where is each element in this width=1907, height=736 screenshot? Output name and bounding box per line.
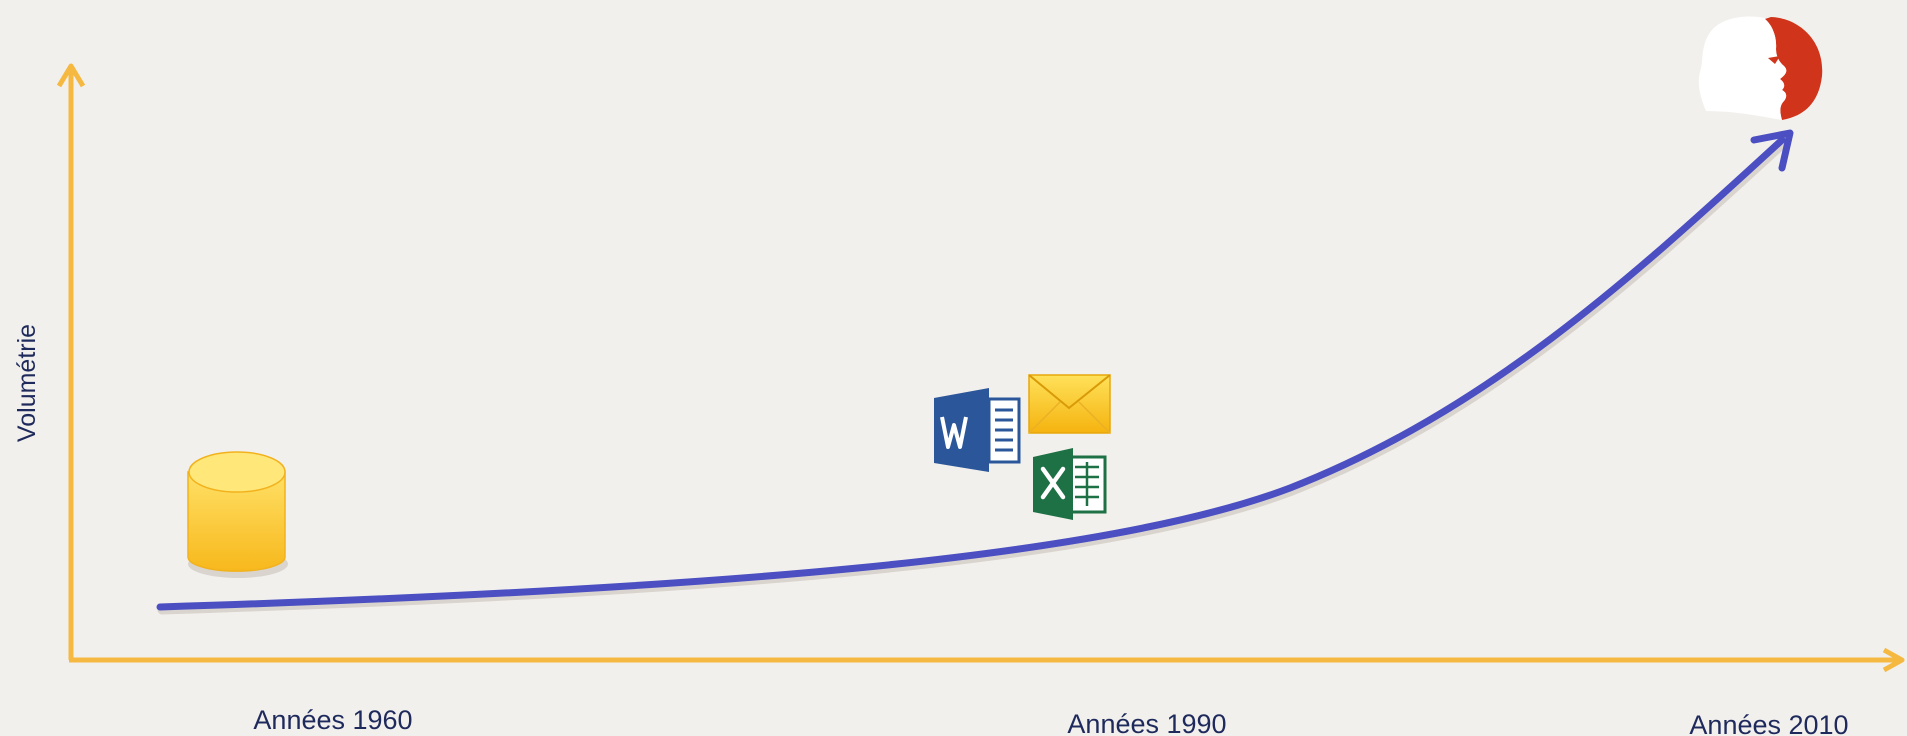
growth-curve: [156, 129, 1794, 615]
marianne-logo-icon: [1698, 16, 1823, 120]
volumetry-diagram: Volumétrie Années 1960 Années 1990 Année…: [13, 16, 1905, 736]
x-axis-label-1960: Années 1960: [253, 705, 412, 735]
x-axis-label-2010: Années 2010: [1689, 710, 1848, 736]
x-axis-label-1990: Années 1990: [1067, 709, 1226, 736]
database-icon: [187, 451, 288, 578]
y-axis-label: Volumétrie: [13, 324, 41, 442]
email-envelope-icon: [1028, 374, 1111, 434]
excel-spreadsheet-icon: [1033, 448, 1107, 520]
x-axis: [69, 647, 1905, 673]
y-axis: [56, 63, 86, 660]
word-document-icon: [934, 388, 1021, 472]
